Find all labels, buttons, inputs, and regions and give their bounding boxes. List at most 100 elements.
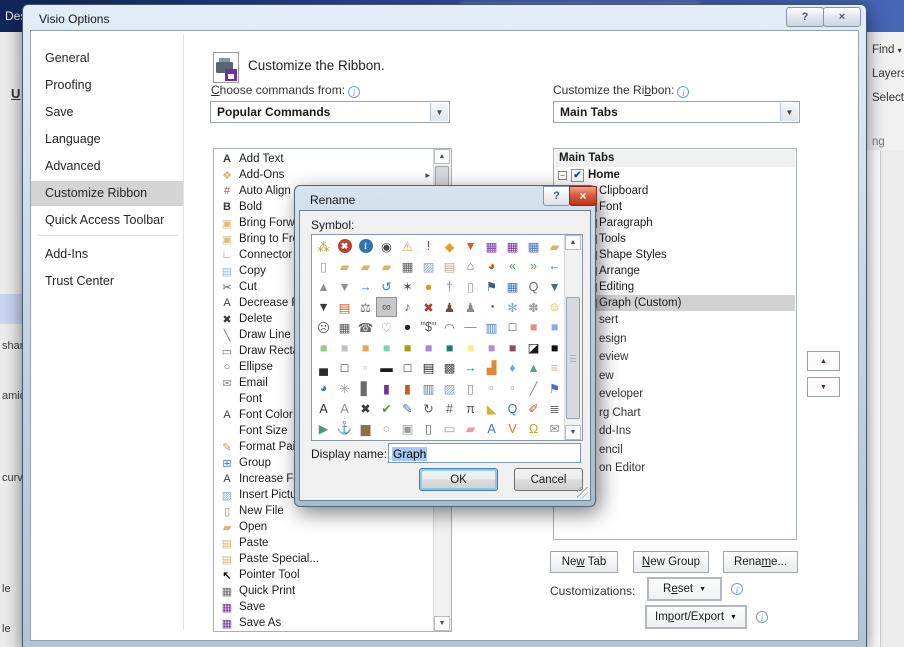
symbol-cell[interactable]: ◆ [439, 236, 460, 256]
symbol-cell[interactable]: ▦ [397, 256, 418, 276]
scrollbar-thumb[interactable] [566, 297, 580, 419]
move-down-button[interactable]: ▼ [807, 377, 840, 397]
symbol-cell[interactable]: ■ [460, 337, 481, 357]
nav-item-add-ins[interactable]: Add-Ins [31, 242, 183, 267]
symbol-cell[interactable]: ○ [376, 419, 397, 439]
symbol-cell[interactable]: ▯ [460, 277, 481, 297]
ok-button[interactable]: OK [419, 468, 498, 491]
symbol-cell[interactable]: ▣ [397, 419, 418, 439]
symbol-cell[interactable]: ♦ [502, 358, 523, 378]
command-item[interactable]: ↖Pointer Tool [215, 567, 433, 583]
tree-item-home[interactable]: − ✔ Home [555, 167, 795, 183]
symbol-cell[interactable]: » [523, 256, 544, 276]
dropdown-arrow-icon[interactable]: ▼ [430, 103, 448, 121]
symbol-cell[interactable]: ■ [439, 337, 460, 357]
symbol-cell[interactable]: π [460, 398, 481, 418]
scroll-up-icon[interactable]: ▲ [434, 149, 450, 164]
symbol-cell[interactable]: ✶ [397, 277, 418, 297]
symbol-cell[interactable]: ◣ [481, 398, 502, 418]
symbol-cell[interactable]: ▥ [481, 317, 502, 337]
symbol-cell[interactable]: ◪ [523, 337, 544, 357]
rename-button[interactable]: Rename... [723, 551, 798, 573]
symbol-scrollbar[interactable]: ▲ ▼ [564, 235, 582, 440]
symbol-cell[interactable]: ■ [544, 317, 565, 337]
symbol-cell[interactable]: ■ [355, 337, 376, 357]
command-item[interactable]: ▤Paste Special... [215, 551, 433, 567]
symbol-cell[interactable]: ■ [481, 337, 502, 357]
symbol-cell[interactable]: ✔ [376, 398, 397, 418]
symbol-cell[interactable]: ◕ [481, 256, 502, 276]
symbol-cell[interactable]: ▋ [355, 378, 376, 398]
symbol-cell[interactable]: ✐ [523, 398, 544, 418]
close-button[interactable]: × [823, 7, 861, 27]
symbol-cell[interactable]: ! [418, 236, 439, 256]
symbol-cell[interactable]: ▤ [439, 256, 460, 276]
symbol-cell[interactable]: ▮ [376, 378, 397, 398]
symbol-cell[interactable]: → [355, 277, 376, 297]
nav-item-advanced[interactable]: Advanced [31, 154, 183, 179]
symbol-cell[interactable]: ▰ [355, 256, 376, 276]
resize-grip[interactable] [577, 487, 588, 498]
scroll-up-icon[interactable]: ▲ [565, 235, 581, 250]
layers-menu-fragment[interactable]: Layers [872, 68, 904, 80]
nav-item-proofing[interactable]: Proofing [31, 73, 183, 98]
command-item[interactable]: ▰Open [215, 519, 433, 535]
select-menu-fragment[interactable]: Select [872, 92, 904, 104]
symbol-cell[interactable]: # [439, 398, 460, 418]
symbol-cell[interactable]: V [502, 419, 523, 439]
command-item[interactable]: ▦Save As [215, 615, 433, 631]
symbol-cell[interactable]: ⌂ [460, 256, 481, 276]
dropdown-arrow-icon[interactable]: ▼ [780, 103, 798, 121]
symbol-cell[interactable]: ◔ [481, 297, 502, 317]
symbol-cell[interactable]: ▄ [313, 358, 334, 378]
symbol-cell[interactable]: A [481, 419, 502, 439]
symbol-cell[interactable]: ● [397, 317, 418, 337]
symbol-cell[interactable]: ▦ [334, 317, 355, 337]
new-group-button[interactable]: New Group [633, 551, 709, 573]
symbol-cell[interactable]: ▭ [439, 419, 460, 439]
symbol-cell[interactable]: ▤ [334, 297, 355, 317]
nav-item-quick-access-toolbar[interactable]: Quick Access Toolbar [31, 208, 183, 233]
underline-button-fragment[interactable]: U [11, 86, 20, 101]
import-export-button[interactable]: Import/Export ▼ [645, 605, 747, 629]
symbol-cell[interactable]: ■ [502, 337, 523, 357]
symbol-cell[interactable]: ■ [397, 337, 418, 357]
symbol-cell[interactable]: ▮ [397, 378, 418, 398]
symbol-cell[interactable]: A [313, 398, 334, 418]
symbol-cell[interactable]: ☎ [355, 317, 376, 337]
symbol-cell[interactable]: ✽ [523, 297, 544, 317]
nav-item-customize-ribbon[interactable]: Customize Ribbon [31, 181, 183, 206]
symbol-cell[interactable]: ▆ [355, 419, 376, 439]
symbol-cell[interactable]: ▼ [334, 277, 355, 297]
symbol-cell[interactable]: ▥ [418, 378, 439, 398]
nav-item-general[interactable]: General [31, 46, 183, 71]
symbol-cell[interactable]: ▰ [376, 256, 397, 276]
symbol-cell[interactable]: □ [334, 358, 355, 378]
new-tab-button[interactable]: New Tab [550, 551, 618, 573]
symbol-cell[interactable]: ♪ [397, 297, 418, 317]
symbol-cell[interactable]: ✻ [502, 297, 523, 317]
symbol-cell[interactable]: ▟ [481, 358, 502, 378]
command-item[interactable]: ▦Quick Print [215, 583, 433, 599]
symbol-cell[interactable]: ▦ [481, 236, 502, 256]
symbol-cell[interactable]: ▫ [355, 358, 376, 378]
symbol-cell[interactable]: ⚑ [544, 378, 565, 398]
symbol-cell[interactable]: ⚑ [481, 277, 502, 297]
symbol-cell[interactable]: ■ [544, 337, 565, 357]
command-item[interactable]: ❖Add-Ons▸ [215, 167, 433, 183]
symbol-cell[interactable]: ∞ [376, 297, 397, 317]
symbol-cell[interactable]: ♡ [376, 317, 397, 337]
symbol-cell[interactable]: ✎ [397, 398, 418, 418]
symbol-cell[interactable]: ▨ [418, 256, 439, 276]
symbol-cell[interactable]: — [460, 317, 481, 337]
symbol-cell[interactable]: ⁂ [313, 236, 334, 256]
symbol-cell[interactable]: ▰ [460, 419, 481, 439]
find-menu-fragment[interactable]: Find ▾ [872, 44, 902, 56]
symbol-cell[interactable]: ▰ [334, 256, 355, 276]
symbol-cell[interactable]: ▯ [460, 378, 481, 398]
symbol-cell[interactable]: □ [397, 358, 418, 378]
symbol-cell[interactable]: ⚠ [397, 236, 418, 256]
symbol-cell[interactable]: ▰ [544, 236, 565, 256]
symbol-cell[interactable]: ⚓ [334, 419, 355, 439]
customize-ribbon-dropdown[interactable]: Main Tabs ▼ [553, 101, 800, 123]
